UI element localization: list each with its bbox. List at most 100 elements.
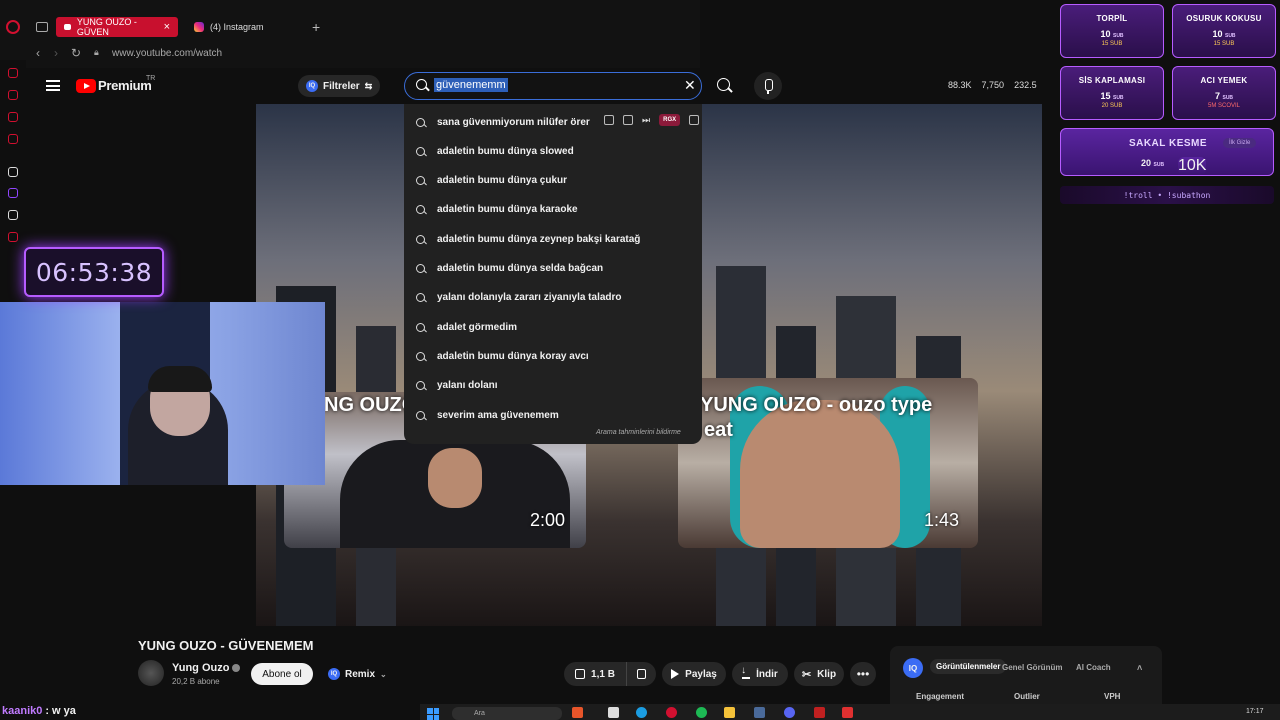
alert-aci: ACI YEMEK 7 SUB 5M SCOVIL bbox=[1172, 66, 1276, 120]
suggestion-item[interactable]: yalanı dolanıyla zararı ziyanıyla taladr… bbox=[416, 288, 622, 308]
sidebar-x-icon[interactable] bbox=[8, 210, 18, 220]
youtube-premium-logo[interactable]: Premium bbox=[98, 78, 152, 93]
explorer-icon[interactable] bbox=[724, 707, 735, 718]
download-label: İndir bbox=[756, 668, 778, 680]
suggestion-item[interactable]: adaletin bumu dünya karaoke bbox=[416, 200, 578, 220]
opera-icon[interactable] bbox=[666, 707, 677, 718]
edge-icon[interactable] bbox=[636, 707, 647, 718]
tab-instagram[interactable]: (4) Instagram bbox=[186, 17, 306, 37]
reload-icon[interactable]: ↻ bbox=[71, 46, 81, 60]
channel-stats: 88.3K 7,750 232.5 bbox=[948, 80, 1037, 90]
back-icon[interactable]: ‹ bbox=[36, 46, 40, 60]
sidebar-player-icon[interactable] bbox=[8, 134, 18, 144]
stream-commands-bar: !troll • !subathon bbox=[1060, 186, 1274, 204]
screen: YUNG OUZO - GÜVEN × (4) Instagram + ‹ › … bbox=[0, 0, 1280, 720]
forward-icon[interactable]: › bbox=[54, 46, 58, 60]
clear-search-icon[interactable]: ✕ bbox=[684, 77, 696, 94]
steam-icon[interactable] bbox=[754, 707, 765, 718]
search-icon bbox=[416, 146, 425, 156]
iq-badge-icon: IQ bbox=[306, 80, 318, 92]
like-button[interactable]: 1,1 B bbox=[564, 662, 626, 686]
subscriber-count: 20,2 B abone bbox=[172, 677, 220, 686]
search-icon bbox=[416, 351, 425, 361]
share-label: Paylaş bbox=[685, 668, 717, 680]
search-button-icon[interactable] bbox=[717, 78, 730, 91]
thumbs-up-icon bbox=[575, 669, 586, 679]
alert-sis: SİS KAPLAMASI 15 SUB 20 SUB bbox=[1060, 66, 1164, 120]
voice-search-button[interactable] bbox=[754, 72, 782, 100]
popout-icon[interactable] bbox=[604, 115, 614, 125]
enter-icon[interactable] bbox=[623, 115, 633, 125]
subscribe-button[interactable]: Abone ol bbox=[251, 663, 313, 685]
suggestion-item[interactable]: adaletin bumu dünya selda bağcan bbox=[416, 259, 603, 279]
menu-icon[interactable] bbox=[46, 80, 60, 91]
spotify-icon[interactable] bbox=[696, 707, 707, 718]
toggle-icon[interactable] bbox=[689, 115, 700, 125]
dislike-button[interactable] bbox=[626, 662, 656, 686]
close-tab-icon[interactable]: × bbox=[164, 21, 170, 33]
filters-button[interactable]: IQ Filtreler ⇆ bbox=[298, 75, 381, 97]
taskbar-app-icon[interactable] bbox=[814, 707, 825, 718]
remix-button[interactable]: IQ Remix ⌄ bbox=[320, 663, 395, 685]
alert-title: SİS KAPLAMASI bbox=[1078, 76, 1146, 85]
new-tab-button[interactable]: + bbox=[312, 19, 320, 35]
search-icon bbox=[416, 79, 427, 90]
taskbar-search[interactable]: Ara bbox=[452, 707, 562, 720]
url-field[interactable]: www.youtube.com/watch bbox=[112, 48, 222, 59]
analytics-tab-overview[interactable]: Genel Görünüm bbox=[1002, 663, 1062, 672]
suggestion-item[interactable]: adaletin bumu dünya koray avcı bbox=[416, 346, 589, 366]
alert-sub: 20 SUB bbox=[1101, 103, 1123, 109]
sidebar-aria-icon[interactable] bbox=[8, 68, 18, 78]
sidebar-twitch-icon[interactable] bbox=[8, 188, 18, 198]
opera-logo-icon[interactable] bbox=[6, 20, 20, 34]
search-query-text[interactable]: güvenememm bbox=[434, 78, 508, 92]
alert-title: OSURUK KOKUSU bbox=[1186, 14, 1262, 23]
channel-avatar[interactable] bbox=[138, 660, 164, 686]
analytics-tab-views[interactable]: Görüntülenmeler bbox=[930, 659, 1007, 674]
clip-button[interactable]: ✂ Klip bbox=[794, 662, 844, 686]
suggestion-item[interactable]: adaletin bumu dünya slowed bbox=[416, 141, 574, 161]
download-button[interactable]: İndir bbox=[732, 662, 788, 686]
youtube-logo-icon[interactable] bbox=[76, 79, 96, 93]
tab-island-icon[interactable] bbox=[36, 22, 48, 32]
channel-name[interactable]: Yung Ouzo bbox=[172, 662, 241, 674]
suggestion-item[interactable]: adaletin bumu dünya çukur bbox=[416, 171, 567, 191]
share-button[interactable]: Paylaş bbox=[662, 662, 726, 686]
suggestion-item[interactable]: adaletin bumu dünya zeynep bakşi karatağ bbox=[416, 229, 640, 249]
rgx-badge[interactable]: RGX bbox=[659, 114, 681, 126]
discord-icon[interactable] bbox=[784, 707, 795, 718]
sidebar-youtube-icon[interactable] bbox=[8, 232, 18, 242]
analytics-col-outlier: Outlier bbox=[1014, 692, 1040, 701]
windows-start-icon[interactable] bbox=[427, 708, 439, 720]
taskbar-app-icon[interactable] bbox=[572, 707, 583, 718]
suggestion-item[interactable]: severim ama güvenemem bbox=[416, 405, 559, 425]
sidebar-shopping-icon[interactable] bbox=[8, 90, 18, 100]
taskbar-app-icon[interactable] bbox=[608, 707, 619, 718]
suggestion-item[interactable]: adalet görmedim bbox=[416, 317, 517, 337]
taskbar-app-icon[interactable] bbox=[842, 707, 853, 718]
analytics-col-engagement: Engagement bbox=[916, 692, 965, 701]
download-icon bbox=[741, 665, 751, 679]
report-predictions-link[interactable]: Arama tahminlerini bildirme bbox=[596, 429, 681, 436]
sliders-icon: ⇆ bbox=[364, 80, 373, 91]
thumbnail-face bbox=[428, 448, 482, 508]
clip-label: Klip bbox=[817, 668, 837, 680]
alert-title: TORPİL bbox=[1096, 14, 1128, 23]
skip-icon[interactable]: ⏭︎ bbox=[642, 115, 650, 125]
suggestion-label: adaletin bumu dünya slowed bbox=[437, 145, 574, 157]
tab-youtube[interactable]: YUNG OUZO - GÜVEN × bbox=[56, 17, 178, 37]
stat-subs: 232.5 bbox=[1014, 80, 1037, 90]
suggestion-label: adalet görmedim bbox=[437, 321, 518, 333]
sidebar-a-icon[interactable] bbox=[8, 167, 18, 177]
more-actions-button[interactable]: ••• bbox=[850, 662, 876, 686]
thumbnail-2-duration: 1:43 bbox=[924, 510, 960, 530]
verified-icon bbox=[232, 664, 241, 673]
sidebar-messenger-icon[interactable] bbox=[8, 112, 18, 122]
thumbnail-2-title-line2: eat bbox=[704, 419, 733, 441]
analytics-tab-ai-coach[interactable]: AI Coach bbox=[1076, 663, 1111, 672]
suggestion-label: sana güvenmiyorum nilüfer örer bbox=[437, 116, 590, 128]
collapse-icon[interactable]: ˄ bbox=[1137, 663, 1142, 673]
suggestion-item[interactable]: sana güvenmiyorum nilüfer örer bbox=[416, 112, 590, 132]
suggestion-label: adaletin bumu dünya çukur bbox=[437, 175, 568, 187]
suggestion-item[interactable]: yalanı dolanı bbox=[416, 376, 498, 396]
